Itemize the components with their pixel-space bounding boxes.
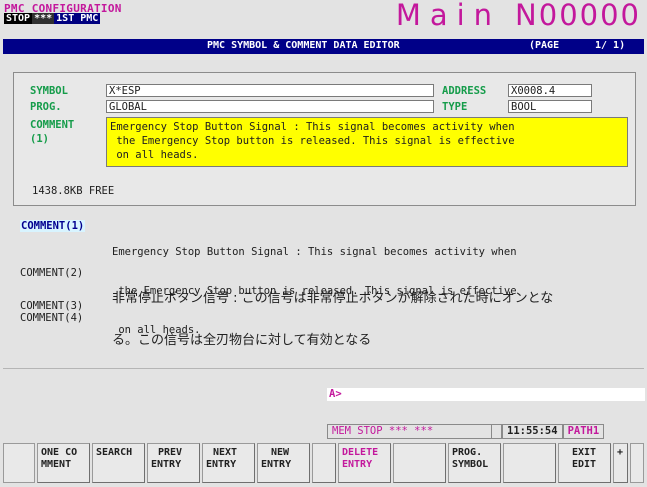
program-number: N00000 <box>515 0 641 32</box>
softkey-delete-entry[interactable]: DELETE ENTRY <box>338 443 391 483</box>
comment-field[interactable]: Emergency Stop Button Signal : This sign… <box>106 117 628 167</box>
softkey-search[interactable]: SEARCH <box>92 443 145 483</box>
softkey-label: MMENT <box>41 459 72 470</box>
symbol-editor-panel: SYMBOL X*ESP ADDRESS X0008.4 PROG. GLOBA… <box>13 72 636 206</box>
comment-line: る。この信号は全刃物台に対して有効となる <box>112 333 372 348</box>
softkey-label: + <box>617 447 624 458</box>
type-field[interactable]: BOOL <box>508 100 592 113</box>
comment-line: the Emergency Stop button is released. T… <box>110 135 515 147</box>
softkey-label: ENTRY <box>261 459 292 470</box>
comment-label: COMMENT <box>30 119 75 131</box>
status-path: PATH1 <box>562 424 605 439</box>
status-clock: 11:55:54 <box>502 424 563 439</box>
softkey-exit-edit[interactable]: EXIT EDIT <box>558 443 611 483</box>
softkey-one-comment[interactable]: ONE CO MMENT <box>37 443 90 483</box>
page-indicator: 1/ 1) <box>595 40 626 51</box>
status-spacer <box>492 424 502 439</box>
softkey-bar: ONE CO MMENT SEARCH PREV ENTRY NEXT ENTR… <box>3 443 644 485</box>
comment-2-text: 非常停止ボタン信号 : この信号は非常停止ボタンが解除された時にオンとな る。こ… <box>112 264 553 376</box>
softkey-right-edge[interactable] <box>630 443 644 483</box>
softkey-blank[interactable] <box>312 443 336 483</box>
softkey-label: EDIT <box>572 459 597 470</box>
comment-line: on all heads. <box>110 149 199 161</box>
softkey-prog-symbol[interactable]: PROG. SYMBOL <box>448 443 501 483</box>
softkey-continue[interactable]: + <box>613 443 628 483</box>
softkey-next-entry[interactable]: NEXT ENTRY <box>202 443 255 483</box>
softkey-label: ONE CO <box>41 447 78 458</box>
softkey-left-return[interactable] <box>3 443 35 483</box>
softkey-label: NEW <box>271 447 290 458</box>
mode-flags: *** <box>32 13 55 24</box>
comment-line: Emergency Stop Button Signal : This sign… <box>112 246 517 258</box>
key-input-buffer[interactable]: A> <box>327 388 645 401</box>
softkey-label: ENTRY <box>342 459 373 470</box>
softkey-label: SYMBOL <box>452 459 489 470</box>
softkey-new-entry[interactable]: NEW ENTRY <box>257 443 310 483</box>
softkey-label: ENTRY <box>151 459 182 470</box>
address-label: ADDRESS <box>442 85 487 97</box>
page-label: (PAGE <box>529 40 560 51</box>
editor-title: PMC SYMBOL & COMMENT DATA EDITOR <box>207 40 400 51</box>
mode-indicator: STOP <box>4 13 33 24</box>
pmc-indicator: 1ST PMC <box>54 13 101 24</box>
comment-3-label[interactable]: COMMENT(3) <box>20 300 83 312</box>
softkey-label: PREV <box>158 447 183 458</box>
status-mode: MEM STOP *** *** <box>327 424 492 439</box>
run-status: STOP *** 1ST PMC <box>4 13 101 24</box>
softkey-blank[interactable] <box>503 443 556 483</box>
softkey-label: DELETE <box>342 447 379 458</box>
comment-2-label[interactable]: COMMENT(2) <box>20 267 83 279</box>
softkey-prev-entry[interactable]: PREV ENTRY <box>147 443 200 483</box>
free-memory: 1438.8KB FREE <box>32 185 115 197</box>
symbol-label: SYMBOL <box>30 85 68 97</box>
softkey-blank[interactable] <box>393 443 446 483</box>
softkey-label: SEARCH <box>96 447 133 458</box>
softkey-label: EXIT <box>572 447 597 458</box>
type-label: TYPE <box>442 101 468 113</box>
program-indicator: Main N00000 <box>396 0 641 32</box>
comment-index: (1) <box>30 133 49 145</box>
comment-1-label[interactable]: COMMENT(1) <box>20 220 86 232</box>
symbol-field[interactable]: X*ESP <box>106 84 434 97</box>
divider <box>3 368 644 369</box>
comment-line: Emergency Stop Button Signal : This sign… <box>110 121 515 133</box>
prog-field[interactable]: GLOBAL <box>106 100 434 113</box>
comment-line: 非常停止ボタン信号 : この信号は非常停止ボタンが解除された時にオンとな <box>112 291 554 306</box>
softkey-label: NEXT <box>213 447 238 458</box>
program-label: Main <box>395 0 502 32</box>
softkey-label: ENTRY <box>206 459 237 470</box>
title-bar: PMC SYMBOL & COMMENT DATA EDITOR (PAGE 1… <box>3 39 644 54</box>
prog-label: PROG. <box>30 101 62 113</box>
address-field[interactable]: X0008.4 <box>508 84 592 97</box>
status-bar: MEM STOP *** *** 11:55:54 PATH1 <box>327 424 605 439</box>
comment-4-label[interactable]: COMMENT(4) <box>20 312 83 324</box>
softkey-label: PROG. <box>452 447 483 458</box>
